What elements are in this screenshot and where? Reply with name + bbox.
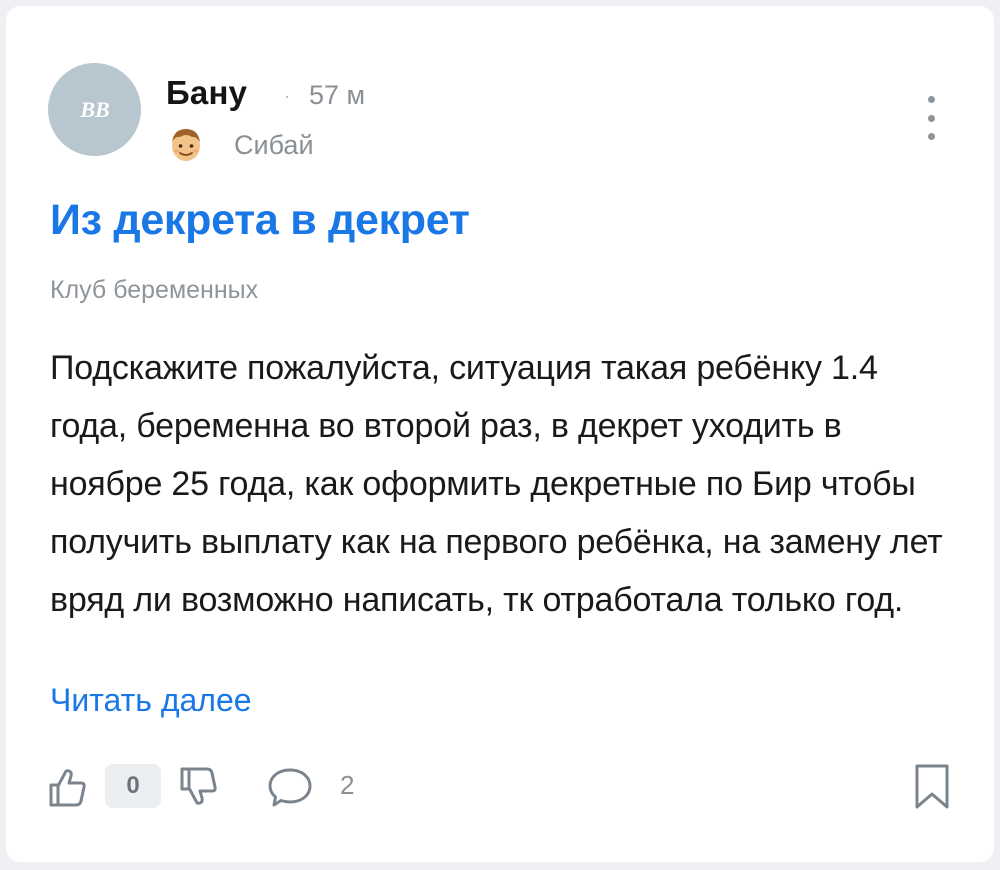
- person-emoji-icon: [172, 129, 200, 161]
- more-dot-icon: [927, 133, 935, 140]
- author-city: Сибай: [234, 130, 314, 160]
- bookmark-icon[interactable]: [912, 762, 952, 812]
- post-body: Подскажите пожалуйста, ситуация такая ре…: [50, 349, 943, 619]
- comment-count: 2: [340, 770, 355, 800]
- avatar-initials-logo: BB: [79, 97, 109, 122]
- post-title[interactable]: Из декрета в декрет: [50, 196, 470, 245]
- comment-bubble-icon[interactable]: [268, 766, 328, 810]
- author-avatar[interactable]: BB: [48, 63, 141, 156]
- more-dot-icon: [927, 114, 935, 122]
- post-actions-bar: 0 2: [6, 756, 994, 816]
- thumbs-up-icon[interactable]: [46, 766, 90, 810]
- more-options-button[interactable]: [916, 96, 946, 140]
- like-count-badge: 0: [105, 764, 161, 808]
- read-more-link[interactable]: Читать далее: [50, 682, 252, 719]
- thumbs-down-icon[interactable]: [177, 764, 221, 808]
- author-name[interactable]: Бану: [166, 74, 247, 112]
- post-time: 57 м: [309, 80, 366, 110]
- svg-text:BB: BB: [79, 97, 109, 122]
- more-dot-icon: [927, 96, 935, 103]
- club-name[interactable]: Клуб беременных: [50, 276, 258, 305]
- time-separator: ·: [284, 86, 290, 106]
- post-card: BB Бану · 57 м Сибай Из декрета в декрет…: [6, 6, 994, 862]
